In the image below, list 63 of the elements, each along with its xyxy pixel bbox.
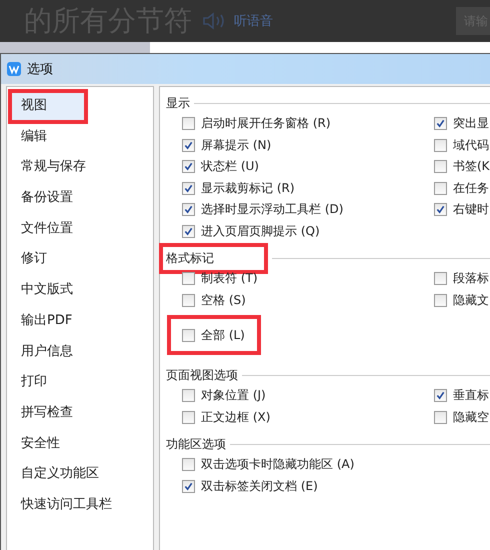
section-title: 功能区选项 [166,436,226,452]
checkbox[interactable] [182,389,195,402]
sidebar-item[interactable]: 视图 [10,91,86,122]
checkbox-label: 域代码 [453,136,489,154]
checkbox-label: 在任务 [453,180,489,197]
checkbox-label: 对象位置 (J) [201,387,266,404]
checkbox-label: 书签(K [453,158,490,176]
checkbox-label: 双击选项卡时隐藏功能区 (A) [201,456,354,474]
checkbox[interactable] [182,294,195,307]
app-logo-icon [7,62,21,76]
checkbox-label: 进入页眉页脚提示 (Q) [201,222,320,240]
checkbox[interactable] [434,138,447,152]
sidebar-item[interactable]: 拼写检查 [10,398,150,429]
checkbox-label: 显示裁剪标记 (R) [201,180,295,197]
sidebar-item[interactable]: 安全性 [10,428,150,460]
checkbox-label: 空格 (S) [201,292,246,309]
checkbox[interactable] [182,203,195,216]
sidebar-item[interactable]: 用户信息 [10,336,150,368]
section-title: 页面视图选项 [166,366,238,384]
checkbox[interactable] [434,410,447,424]
window-title: 选项 [27,61,53,78]
section-title: 显示 [166,94,190,112]
checkbox-label: 全部 (L) [201,326,245,344]
sidebar-item[interactable]: 快速访问工具栏 [10,490,150,521]
checkbox[interactable] [434,389,447,402]
checkbox[interactable] [182,328,195,342]
sidebar-item[interactable]: 打印 [10,367,150,398]
sidebar-item[interactable]: 中文版式 [10,275,150,306]
checkbox[interactable] [182,458,195,472]
checkbox[interactable] [182,138,195,152]
checkbox-label: 右键时 [453,201,489,218]
checkbox[interactable] [434,294,447,307]
checkbox-label: 正文边框 (X) [201,408,270,426]
checkbox[interactable] [182,480,195,493]
sidebar-item[interactable]: 修订 [10,244,150,276]
checkbox-label: 状态栏 (U) [201,158,259,176]
checkbox[interactable] [434,182,447,195]
checkbox[interactable] [434,117,447,130]
sidebar-item[interactable]: 自定义功能区 [10,459,150,490]
checkbox[interactable] [182,224,195,238]
checkbox-label: 突出显 [453,115,489,132]
checkbox-label: 垂直标 [453,387,489,404]
sidebar-item[interactable]: 输出PDF [10,306,150,336]
checkbox[interactable] [182,272,195,286]
checkbox[interactable] [434,203,447,216]
sidebar-item[interactable]: 文件位置 [10,214,150,244]
sidebar-item[interactable]: 常规与保存 [10,152,150,184]
checkbox[interactable] [182,182,195,195]
section-title: 格式标记 [159,242,268,274]
checkbox-label: 屏幕提示 (N) [201,136,272,154]
checkbox-label: 隐藏空 [453,408,489,426]
sidebar-item[interactable]: 备份设置 [10,183,150,214]
checkbox-label: 启动时展开任务窗格 (R) [201,115,331,132]
sidebar-item[interactable]: 编辑 [10,122,150,152]
checkbox[interactable] [434,272,447,286]
checkbox-label: 段落标 [453,270,489,288]
checkbox[interactable] [182,160,195,174]
checkbox-label: 选择时显示浮动工具栏 (D) [201,201,344,218]
checkbox-label: 双击标签关闭文档 (E) [201,478,318,495]
checkbox[interactable] [182,410,195,424]
checkbox[interactable] [434,160,447,174]
checkbox[interactable] [182,117,195,130]
checkbox-label: 隐藏文 [453,292,489,309]
